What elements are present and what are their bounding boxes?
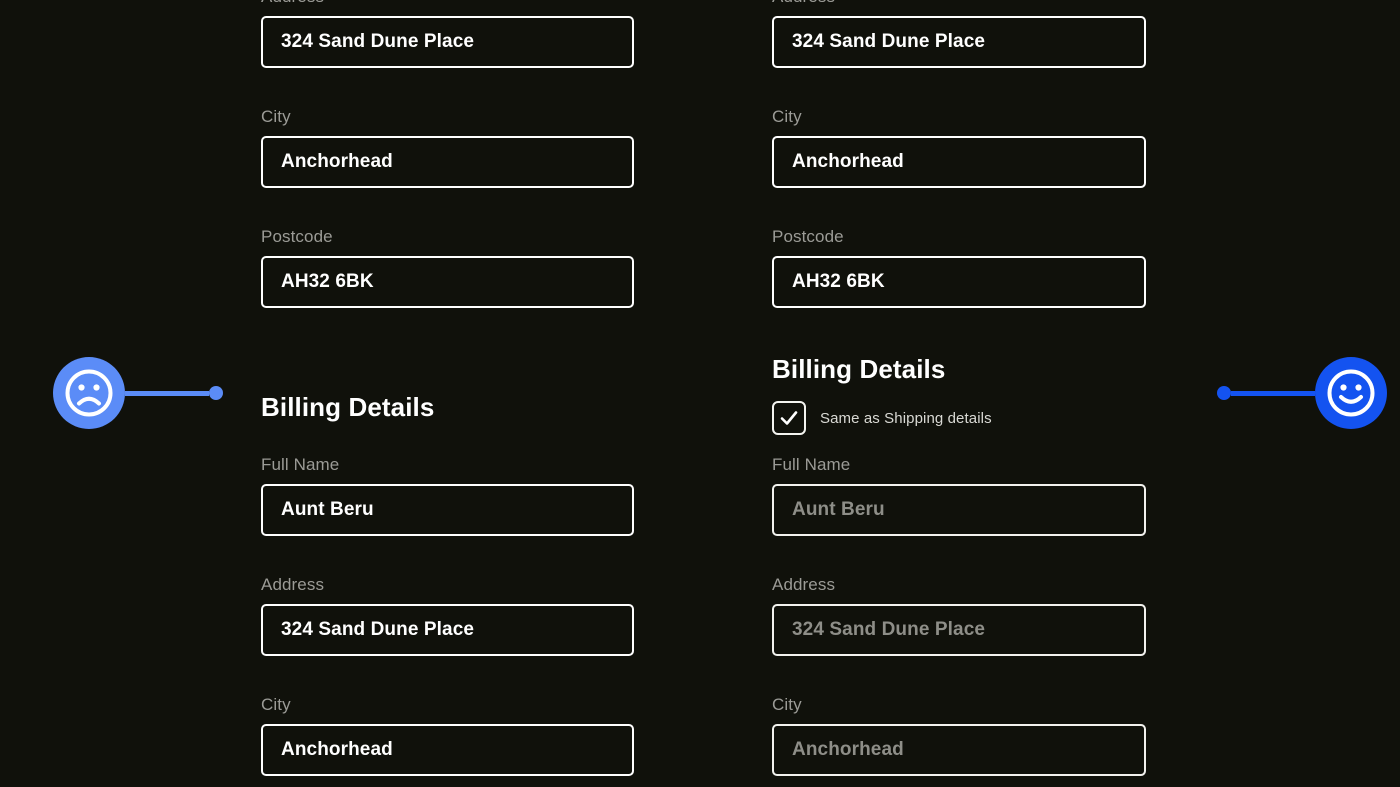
billing-details-heading-left: Billing Details bbox=[261, 392, 435, 422]
field-shipping-city-left: City Anchorhead bbox=[261, 106, 634, 188]
field-value: AH32 6BK bbox=[281, 271, 374, 292]
field-billing-city-right: City Anchorhead bbox=[772, 694, 1146, 776]
field-value: 324 Sand Dune Place bbox=[792, 619, 986, 640]
field-billing-address-left: Address 324 Sand Dune Place bbox=[261, 574, 634, 656]
marker-connector-line bbox=[1231, 390, 1315, 396]
field-value: Anchorhead bbox=[281, 151, 393, 172]
field-label: Postcode bbox=[261, 227, 333, 246]
field-label: City bbox=[772, 107, 802, 126]
field-shipping-postcode-left: Postcode AH32 6BK bbox=[261, 226, 634, 308]
marker-connector-line bbox=[125, 390, 209, 396]
field-label: Full Name bbox=[261, 455, 340, 474]
field-value: Anchorhead bbox=[792, 739, 904, 760]
field-value: AH32 6BK bbox=[792, 271, 885, 292]
happy-face-icon bbox=[1327, 369, 1375, 417]
checkmark-icon bbox=[780, 411, 798, 425]
field-label: Full Name bbox=[772, 455, 851, 474]
same-as-shipping-checkbox-row[interactable]: Same as Shipping details bbox=[772, 401, 992, 435]
field-value: 324 Sand Dune Place bbox=[281, 31, 475, 52]
field-label: Address bbox=[772, 0, 1146, 8]
marker-endpoint-dot bbox=[209, 386, 223, 400]
text-input-billing-address[interactable]: 324 Sand Dune Place bbox=[261, 604, 634, 656]
field-value: 324 Sand Dune Place bbox=[792, 31, 986, 52]
field-label: Postcode bbox=[772, 227, 844, 246]
text-input-shipping-address[interactable]: 324 Sand Dune Place bbox=[772, 16, 1146, 68]
field-value: Anchorhead bbox=[792, 151, 904, 172]
text-input-billing-address[interactable]: 324 Sand Dune Place bbox=[772, 604, 1146, 656]
field-value: Aunt Beru bbox=[792, 499, 885, 520]
field-value: Anchorhead bbox=[281, 739, 393, 760]
field-shipping-address-left: Address 324 Sand Dune Place bbox=[261, 0, 634, 68]
field-billing-fullname-left: Full Name Aunt Beru bbox=[261, 454, 634, 536]
text-input-billing-fullname[interactable]: Aunt Beru bbox=[772, 484, 1146, 536]
field-label: Address bbox=[261, 575, 325, 594]
text-input-shipping-city[interactable]: Anchorhead bbox=[261, 136, 634, 188]
field-shipping-city-right: City Anchorhead bbox=[772, 106, 1146, 188]
field-label: City bbox=[261, 107, 291, 126]
same-as-shipping-checkbox[interactable] bbox=[772, 401, 806, 435]
field-label: City bbox=[261, 695, 291, 714]
field-billing-fullname-right: Full Name Aunt Beru bbox=[772, 454, 1146, 536]
field-value: Aunt Beru bbox=[281, 499, 374, 520]
marker-endpoint-dot bbox=[1217, 386, 1231, 400]
positive-verdict-marker bbox=[1217, 357, 1387, 429]
text-input-shipping-city[interactable]: Anchorhead bbox=[772, 136, 1146, 188]
billing-details-heading-right: Billing Details bbox=[772, 354, 946, 384]
sad-face-badge bbox=[53, 357, 125, 429]
field-billing-address-right: Address 324 Sand Dune Place bbox=[772, 574, 1146, 656]
comparison-canvas: Address 324 Sand Dune Place City Anchorh… bbox=[0, 0, 1400, 787]
field-label: Address bbox=[261, 0, 634, 8]
text-input-billing-fullname[interactable]: Aunt Beru bbox=[261, 484, 634, 536]
text-input-billing-city[interactable]: Anchorhead bbox=[772, 724, 1146, 776]
field-label: City bbox=[772, 695, 802, 714]
field-shipping-postcode-right: Postcode AH32 6BK bbox=[772, 226, 1146, 308]
field-shipping-address-right: Address 324 Sand Dune Place bbox=[772, 0, 1146, 68]
text-input-billing-city[interactable]: Anchorhead bbox=[261, 724, 634, 776]
field-billing-city-left: City Anchorhead bbox=[261, 694, 634, 776]
text-input-shipping-postcode[interactable]: AH32 6BK bbox=[772, 256, 1146, 308]
field-value: 324 Sand Dune Place bbox=[281, 619, 475, 640]
field-label: Address bbox=[772, 575, 836, 594]
text-input-shipping-postcode[interactable]: AH32 6BK bbox=[261, 256, 634, 308]
same-as-shipping-label: Same as Shipping details bbox=[820, 409, 992, 427]
negative-verdict-marker bbox=[53, 357, 223, 429]
text-input-shipping-address[interactable]: 324 Sand Dune Place bbox=[261, 16, 634, 68]
happy-face-badge bbox=[1315, 357, 1387, 429]
sad-face-icon bbox=[65, 369, 113, 417]
